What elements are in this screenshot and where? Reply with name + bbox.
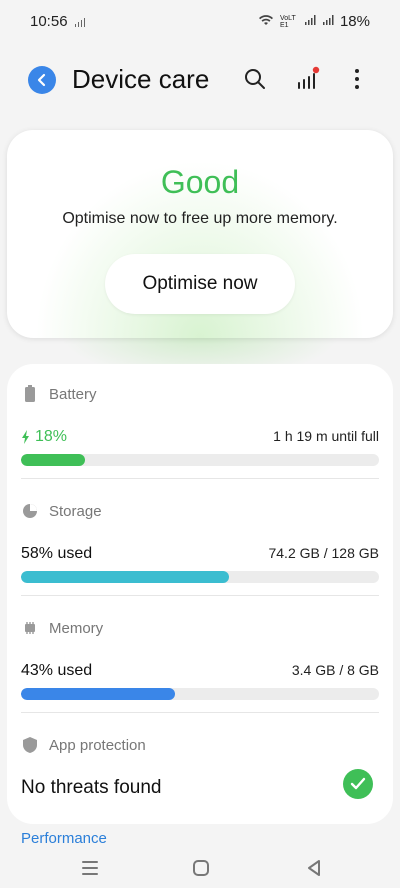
signal-icon-2	[322, 13, 334, 30]
check-icon	[343, 769, 373, 799]
battery-value: 18%	[35, 428, 68, 445]
back-triangle-icon	[308, 860, 320, 876]
battery-header: Battery	[21, 382, 97, 406]
memory-chip-icon	[21, 619, 39, 637]
wifi-icon	[258, 13, 274, 30]
battery-bar-fill	[21, 454, 86, 466]
battery-title: Battery	[49, 385, 97, 403]
divider	[21, 712, 379, 713]
protection-header: App protection	[21, 733, 146, 757]
pie-chart-icon	[21, 502, 39, 520]
recent-apps-icon	[82, 861, 98, 875]
memory-bar-fill	[21, 688, 175, 700]
storage-bar	[21, 571, 379, 583]
battery-percent: 18%	[339, 13, 370, 30]
battery-icon	[21, 385, 39, 403]
storage-bar-fill	[21, 571, 229, 583]
memory-usage: 43% used	[21, 662, 93, 679]
optimise-now-button[interactable]: Optimise now	[105, 254, 295, 314]
app-protection-section[interactable]: App protection No threats found	[21, 733, 379, 813]
chevron-left-icon	[37, 73, 46, 87]
memory-section[interactable]: Memory 43% used 3.4 GB / 8 GB	[21, 616, 379, 712]
divider	[21, 595, 379, 596]
storage-header: Storage	[21, 499, 102, 523]
more-vert-icon	[355, 69, 359, 89]
back-button[interactable]	[28, 66, 56, 94]
more-options-button[interactable]	[344, 66, 370, 92]
recent-apps-button[interactable]	[70, 852, 110, 884]
memory-bar	[21, 688, 379, 700]
home-button[interactable]	[181, 852, 221, 884]
status-message: Optimise now to free up more memory.	[62, 210, 338, 227]
status-bar: 10:56 VoLTE1 18%	[0, 0, 400, 40]
page-title: Device care	[72, 64, 210, 94]
status-right: VoLTE1 18%	[258, 13, 370, 30]
charging-bolt-icon	[22, 430, 29, 444]
storage-usage: 58% used	[21, 545, 93, 562]
status-card: Good Optimise now to free up more memory…	[7, 130, 393, 338]
memory-header: Memory	[21, 616, 103, 640]
bar-chart-icon	[298, 66, 320, 89]
status-time: 10:56	[30, 13, 68, 30]
search-button[interactable]	[242, 66, 268, 92]
shield-icon	[21, 736, 39, 754]
diagnostics-button[interactable]	[294, 66, 320, 92]
battery-bar	[21, 454, 379, 466]
memory-title: Memory	[49, 619, 104, 637]
search-icon	[245, 69, 265, 89]
storage-detail: 74.2 GB / 128 GB	[268, 545, 379, 561]
navigation-bar	[0, 848, 400, 888]
divider	[21, 478, 379, 479]
app-header: Device care	[0, 52, 400, 108]
device-care-list: Battery 18% 1 h 19 m until full Storage …	[7, 364, 393, 824]
battery-section[interactable]: Battery 18% 1 h 19 m until full	[21, 382, 379, 478]
protection-title: App protection	[49, 736, 146, 754]
performance-link[interactable]: Performance	[21, 830, 107, 847]
signal-icon-1	[304, 13, 316, 30]
memory-detail: 3.4 GB / 8 GB	[291, 662, 379, 678]
battery-time-to-full: 1 h 19 m until full	[273, 428, 379, 444]
no-signal-icon	[74, 15, 86, 33]
battery-level: 18%	[21, 428, 67, 446]
home-icon	[193, 860, 209, 876]
back-nav-button[interactable]	[294, 852, 334, 884]
storage-section[interactable]: Storage 58% used 74.2 GB / 128 GB	[21, 499, 379, 595]
storage-title: Storage	[49, 502, 102, 520]
protection-status: No threats found	[21, 777, 162, 798]
device-status: Good	[160, 164, 240, 200]
volte-label: VoLTE1	[279, 14, 296, 29]
